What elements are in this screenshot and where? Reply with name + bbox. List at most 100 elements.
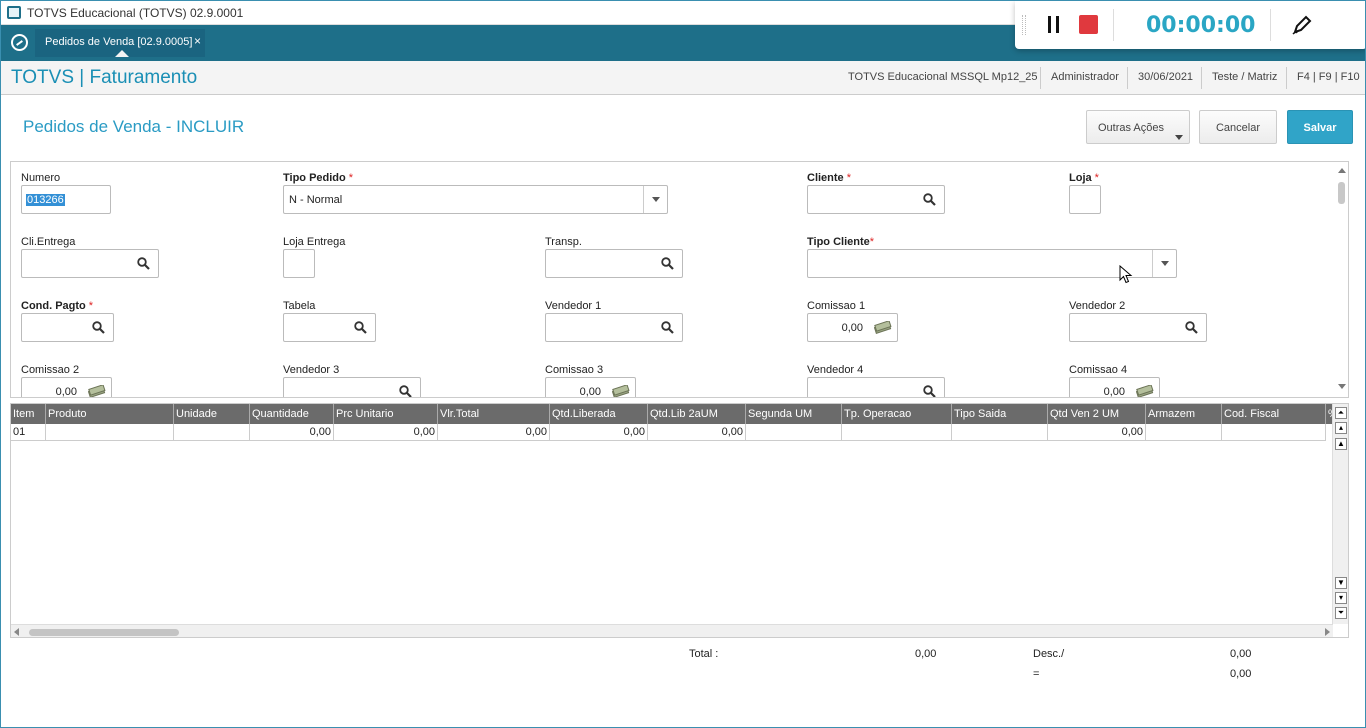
comissao3-label: Comissao 3 bbox=[545, 364, 604, 376]
scroll-left-icon[interactable] bbox=[14, 628, 19, 636]
column-header[interactable]: Qtd.Lib 2aUM bbox=[648, 404, 746, 424]
loja-entrega-field[interactable] bbox=[283, 249, 315, 278]
money-icon[interactable] bbox=[612, 385, 630, 398]
home-icon[interactable] bbox=[11, 34, 28, 51]
chevron-down-icon[interactable] bbox=[1152, 250, 1176, 277]
scroll-right-icon[interactable] bbox=[1325, 628, 1330, 636]
search-icon[interactable] bbox=[399, 385, 412, 398]
money-icon[interactable] bbox=[1136, 385, 1154, 398]
pen-icon[interactable] bbox=[1291, 14, 1313, 36]
grid-cell[interactable] bbox=[174, 424, 250, 441]
scroll-top-icon[interactable]: ⏶ bbox=[1335, 407, 1347, 419]
scroll-page-down-icon[interactable]: ▼ bbox=[1335, 577, 1347, 589]
money-icon[interactable] bbox=[88, 385, 106, 398]
comissao4-field[interactable]: 0,00 bbox=[1069, 377, 1160, 398]
scroll-up-icon[interactable]: ▴ bbox=[1335, 422, 1347, 434]
column-header[interactable]: Quantidade bbox=[250, 404, 334, 424]
form-scrollbar[interactable] bbox=[1337, 168, 1346, 394]
column-header[interactable]: Produto bbox=[46, 404, 174, 424]
column-header[interactable]: Tp. Operacao bbox=[842, 404, 952, 424]
vendedor1-field[interactable] bbox=[545, 313, 683, 342]
vendedor2-field[interactable] bbox=[1069, 313, 1207, 342]
tab-pedidos-de-venda[interactable]: Pedidos de Venda [02.9.0005] × bbox=[35, 29, 205, 57]
vendedor4-field[interactable] bbox=[807, 377, 945, 398]
grid-cell[interactable]: 0,00 bbox=[250, 424, 334, 441]
grid-cell[interactable] bbox=[1146, 424, 1222, 441]
grid-cell[interactable]: 0,00 bbox=[438, 424, 550, 441]
search-icon[interactable] bbox=[92, 321, 105, 334]
branch-label: Teste / Matriz bbox=[1212, 71, 1278, 83]
grid-cell[interactable] bbox=[46, 424, 174, 441]
scroll-down-icon[interactable] bbox=[1338, 384, 1346, 389]
scroll-down-icon[interactable]: ▾ bbox=[1335, 592, 1347, 604]
comissao2-label: Comissao 2 bbox=[21, 364, 80, 376]
stop-icon[interactable] bbox=[1079, 15, 1098, 34]
chevron-down-icon[interactable] bbox=[643, 186, 667, 213]
tab-close-icon[interactable]: × bbox=[194, 34, 201, 48]
grid-cell[interactable]: 0,00 bbox=[334, 424, 438, 441]
search-icon[interactable] bbox=[137, 257, 150, 270]
transp-field[interactable] bbox=[545, 249, 683, 278]
cancel-button[interactable]: Cancelar bbox=[1199, 110, 1277, 144]
grid-horizontal-scrollbar[interactable] bbox=[11, 624, 1333, 637]
search-icon[interactable] bbox=[923, 193, 936, 206]
column-header[interactable]: Qtd Ven 2 UM bbox=[1048, 404, 1146, 424]
tipo-pedido-value: N - Normal bbox=[289, 194, 343, 206]
grid-cell[interactable]: 0,00 bbox=[1048, 424, 1146, 441]
save-button[interactable]: Salvar bbox=[1287, 110, 1353, 144]
comissao3-field[interactable]: 0,00 bbox=[545, 377, 636, 398]
column-header[interactable]: Item bbox=[11, 404, 46, 424]
search-icon[interactable] bbox=[661, 257, 674, 270]
other-actions-button[interactable]: Outras Ações bbox=[1086, 110, 1190, 144]
search-icon[interactable] bbox=[354, 321, 367, 334]
tabela-field[interactable] bbox=[283, 313, 376, 342]
column-header[interactable]: Tipo Saida bbox=[952, 404, 1048, 424]
search-icon[interactable] bbox=[661, 321, 674, 334]
grid-header: Item Produto Unidade Quantidade Prc Unit… bbox=[11, 404, 1333, 424]
cli-entrega-field[interactable] bbox=[21, 249, 159, 278]
divider bbox=[1127, 67, 1128, 89]
scroll-bottom-icon[interactable]: ⏷ bbox=[1335, 607, 1347, 619]
grid-vertical-scrollbar[interactable]: ⏶ ▴ ▲ ▼ ▾ ⏷ bbox=[1332, 404, 1348, 624]
module-brand: TOTVS | Faturamento bbox=[11, 67, 198, 88]
vendedor2-label: Vendedor 2 bbox=[1069, 300, 1126, 312]
divider bbox=[1113, 9, 1114, 41]
money-icon[interactable] bbox=[874, 321, 892, 334]
app-window: TOTVS Educacional (TOTVS) 02.9.0001 Pedi… bbox=[0, 0, 1366, 728]
column-header[interactable]: Cod. Fiscal bbox=[1222, 404, 1326, 424]
column-header[interactable]: Qtd.Liberada bbox=[550, 404, 648, 424]
tipo-cliente-label: Tipo Cliente* bbox=[807, 236, 875, 248]
cond-pagto-field[interactable] bbox=[21, 313, 114, 342]
search-icon[interactable] bbox=[1185, 321, 1198, 334]
tipo-pedido-select[interactable]: N - Normal bbox=[283, 185, 668, 214]
cliente-field[interactable] bbox=[807, 185, 945, 214]
grid-cell[interactable]: 0,00 bbox=[648, 424, 746, 441]
grid-cell[interactable] bbox=[746, 424, 842, 441]
column-header[interactable]: Segunda UM bbox=[746, 404, 842, 424]
loja-field[interactable] bbox=[1069, 185, 1101, 214]
numero-field[interactable]: 013266 bbox=[21, 185, 111, 214]
comissao2-field[interactable]: 0,00 bbox=[21, 377, 112, 398]
column-header[interactable]: Vlr.Total bbox=[438, 404, 550, 424]
search-icon[interactable] bbox=[923, 385, 936, 398]
drag-handle[interactable] bbox=[1022, 15, 1026, 35]
column-header[interactable]: Armazem bbox=[1146, 404, 1222, 424]
date-label: 30/06/2021 bbox=[1138, 71, 1194, 83]
scroll-thumb[interactable] bbox=[29, 629, 179, 636]
grid-cell[interactable] bbox=[1222, 424, 1326, 441]
comissao1-field[interactable]: 0,00 bbox=[807, 313, 898, 342]
column-header[interactable]: Unidade bbox=[174, 404, 250, 424]
grid-cell[interactable] bbox=[842, 424, 952, 441]
scroll-up-icon[interactable] bbox=[1338, 168, 1346, 173]
shortcuts-label[interactable]: F4 | F9 | F10 bbox=[1297, 71, 1360, 83]
grid-cell[interactable] bbox=[952, 424, 1048, 441]
screen-recorder-panel: 00:00:00 bbox=[1015, 1, 1365, 49]
column-header[interactable]: Prc Unitario bbox=[334, 404, 438, 424]
vendedor3-field[interactable] bbox=[283, 377, 421, 398]
grid-cell[interactable]: 01 bbox=[11, 424, 46, 441]
scroll-page-up-icon[interactable]: ▲ bbox=[1335, 438, 1347, 450]
grid-cell[interactable]: 0,00 bbox=[550, 424, 648, 441]
scroll-thumb[interactable] bbox=[1338, 182, 1345, 204]
vendedor4-label: Vendedor 4 bbox=[807, 364, 864, 376]
pause-icon[interactable] bbox=[1048, 16, 1060, 33]
